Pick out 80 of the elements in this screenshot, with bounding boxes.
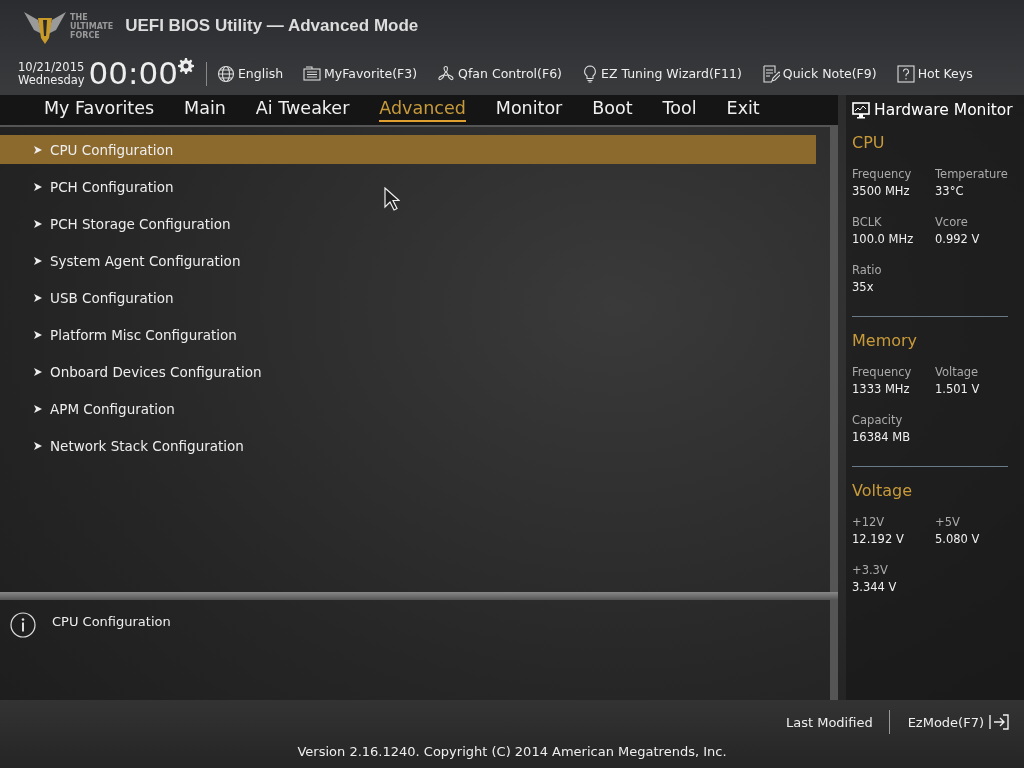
sensor-value: 0.992 V (935, 232, 981, 246)
sensor-value: 12.192 V (852, 532, 905, 546)
menu-tab[interactable]: Tool (662, 98, 697, 122)
menu-item[interactable]: PCH Configuration (0, 172, 816, 201)
panel-title: Hardware Monitor (874, 101, 1013, 119)
menu-tab[interactable]: Advanced (379, 98, 466, 122)
toolbar-button[interactable]: Qfan Control(F6) (437, 64, 562, 83)
weekday-text: Wednesday (18, 73, 85, 87)
exit-arrow-icon (988, 714, 1010, 730)
mouse-cursor-icon (384, 187, 400, 211)
date-text: 10/21/2015 (18, 60, 85, 74)
last-modified-button[interactable]: Last Modified (785, 714, 873, 730)
menu-item[interactable]: Platform Misc Configuration (0, 320, 816, 349)
toolbar-button[interactable]: EZ Tuning Wizard(F11) (582, 64, 742, 83)
logo-text: ULTIMATE (70, 21, 114, 31)
arrowhead-icon (34, 404, 42, 413)
sensor-value: 5.080 V (935, 532, 981, 546)
window-title: UEFI BIOS Utility — Advanced Mode (125, 16, 419, 36)
section-title: Memory (852, 331, 919, 350)
sensor-value: 100.0 MHz (852, 232, 915, 246)
menu-tab[interactable]: Main (184, 98, 226, 122)
menu-tab[interactable]: My Favorites (44, 98, 155, 122)
sensor-label: +12V (852, 514, 886, 531)
arrowhead-icon (34, 330, 42, 339)
globe-icon (216, 64, 235, 83)
clock-time: 00:00 (88, 58, 178, 89)
sensor-label: Frequency (852, 364, 913, 381)
menu-tab[interactable]: Boot (592, 98, 633, 122)
info-icon (10, 612, 36, 638)
sensor-label: Frequency (852, 166, 913, 183)
sensor-label: Voltage (935, 364, 980, 381)
help-icon (896, 64, 915, 83)
list-icon (303, 65, 322, 82)
menu-item[interactable]: System Agent Configuration (0, 246, 816, 275)
sensor-value: 1333 MHz (852, 382, 911, 396)
menu-item[interactable]: APM Configuration (0, 394, 816, 423)
sensor-label: Capacity (852, 412, 904, 429)
sensor-label: Temperature (935, 166, 1009, 183)
section-title: Voltage (852, 481, 913, 500)
menu-item[interactable]: USB Configuration (0, 283, 816, 312)
menu-item[interactable]: PCH Storage Configuration (0, 209, 816, 238)
section-title: CPU (852, 133, 886, 152)
menu-item[interactable]: CPU Configuration (0, 135, 816, 164)
sensor-value: 3.344 V (852, 580, 898, 594)
toolbar-button[interactable]: Quick Note(F9) (761, 64, 877, 83)
note-icon (761, 64, 780, 83)
menu-tab[interactable]: Exit (726, 98, 760, 122)
sensor-label: +5V (935, 514, 961, 531)
logo-text: THE (70, 12, 89, 22)
sensor-label: Ratio (852, 262, 883, 279)
ez-mode-button[interactable]: EzMode(F7) (907, 714, 1010, 730)
toolbar-button[interactable]: Hot Keys (896, 64, 973, 83)
sensor-value: 3500 MHz (852, 184, 911, 198)
sensor-value: 16384 MB (852, 430, 912, 444)
monitor-icon (852, 101, 870, 119)
arrowhead-icon (34, 256, 42, 265)
help-text: CPU Configuration (52, 614, 171, 631)
menu-tab[interactable]: Monitor (495, 98, 563, 122)
sensor-label: BCLK (852, 214, 883, 231)
arrowhead-icon (34, 219, 42, 228)
toolbar-button[interactable]: MyFavorite(F3) (303, 65, 418, 82)
logo-text: FORCE (70, 30, 101, 40)
fan-icon (437, 64, 456, 83)
menu-tab[interactable]: Ai Tweaker (255, 98, 350, 122)
menu-item[interactable]: Network Stack Configuration (0, 431, 816, 460)
sensor-value: 33°C (935, 184, 965, 198)
arrowhead-icon (34, 182, 42, 191)
sensor-label: Vcore (935, 214, 969, 231)
lightbulb-icon (582, 64, 598, 83)
menu-item[interactable]: Onboard Devices Configuration (0, 357, 816, 386)
sensor-value: 1.501 V (935, 382, 981, 396)
toolbar-button[interactable]: English (216, 64, 284, 83)
sensor-value: 35x (852, 280, 875, 294)
sensor-label: +3.3V (852, 562, 889, 579)
arrowhead-icon (34, 293, 42, 302)
arrowhead-icon (34, 441, 42, 450)
settings-icon[interactable] (177, 58, 194, 74)
version-text: Version 2.16.1240. Copyright (C) 2014 American Megatrends, Inc. (296, 744, 728, 759)
arrowhead-icon (34, 367, 42, 376)
arrowhead-icon (34, 145, 42, 154)
